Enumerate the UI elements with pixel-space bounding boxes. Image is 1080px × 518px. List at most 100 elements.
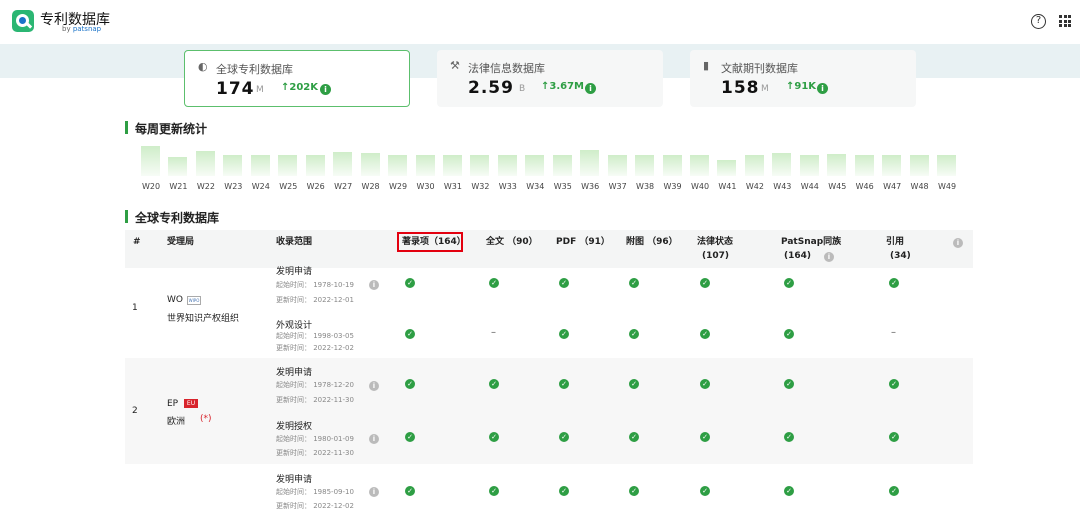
- weekly-bar[interactable]: [662, 155, 682, 176]
- weekly-bar[interactable]: [607, 155, 627, 176]
- col-office: 受理局: [167, 237, 195, 247]
- start-date: 起始时间： 1985-09-10: [276, 488, 354, 496]
- weekly-bar[interactable]: [442, 155, 462, 176]
- weekly-bar[interactable]: [415, 155, 435, 176]
- check-icon: ✓: [489, 379, 499, 389]
- check-icon: ✓: [784, 486, 794, 496]
- card-unit: M: [256, 85, 264, 95]
- card-value: 158: [721, 78, 760, 98]
- check-icon: ✓: [629, 329, 639, 339]
- weekly-bar[interactable]: [470, 155, 490, 176]
- col-scope: 收录范围: [276, 237, 313, 247]
- weekly-bar[interactable]: [141, 146, 160, 176]
- check-icon: ✓: [559, 278, 569, 288]
- weekly-bar[interactable]: [827, 154, 847, 176]
- weekly-bar[interactable]: [854, 155, 874, 176]
- check-icon: ✓: [700, 379, 710, 389]
- grid-icon[interactable]: [1059, 15, 1071, 27]
- weekly-bar-label: W41: [718, 182, 737, 191]
- check-icon: ✓: [405, 432, 415, 442]
- weekly-bar[interactable]: [497, 155, 517, 176]
- weekly-bar[interactable]: [250, 155, 270, 176]
- col-cite[interactable]: 引用: [886, 236, 904, 249]
- weekly-bar-label: W47: [883, 182, 902, 191]
- weekly-bar[interactable]: [525, 155, 545, 176]
- info-icon[interactable]: i: [369, 487, 379, 497]
- card-global-patent[interactable]: ◐ 全球专利数据库 174 M ↑202K i: [184, 50, 410, 107]
- weekly-bar-label: W37: [608, 182, 627, 191]
- card-legal-info[interactable]: ⚒ 法律信息数据库 2.59 B ↑3.67M i: [437, 50, 663, 107]
- col-family[interactable]: PatSnap同族: [781, 236, 841, 249]
- col-family-count: (164): [784, 251, 812, 261]
- card-value: 2.59: [468, 78, 514, 98]
- info-icon[interactable]: i: [369, 280, 379, 290]
- info-icon[interactable]: i: [953, 238, 963, 248]
- weekly-bar-label: W27: [334, 182, 353, 191]
- weekly-bar-label: W29: [389, 182, 408, 191]
- weekly-bar[interactable]: [278, 155, 298, 176]
- weekly-bar[interactable]: [690, 155, 709, 176]
- info-icon[interactable]: i: [369, 381, 379, 391]
- weekly-bar[interactable]: [799, 155, 819, 176]
- weekly-bar-label: W24: [251, 182, 270, 191]
- weekly-bar-label: W33: [498, 182, 517, 191]
- col-figure[interactable]: 附图 （96）: [626, 236, 678, 249]
- weekly-bar[interactable]: [195, 151, 215, 176]
- table-row: [125, 358, 973, 464]
- weekly-bar[interactable]: [168, 157, 188, 176]
- highlight-box: [397, 232, 463, 252]
- card-literature[interactable]: ▮ 文献期刊数据库 158 M ↑91K i: [690, 50, 916, 107]
- check-icon: ✓: [889, 278, 899, 288]
- question-circle-icon[interactable]: ?: [1031, 14, 1046, 29]
- info-icon[interactable]: i: [817, 83, 828, 94]
- check-icon: ✓: [559, 329, 569, 339]
- weekly-bar[interactable]: [744, 155, 764, 176]
- start-date: 起始时间： 1980-01-09: [276, 435, 354, 443]
- patsnap-logo-icon[interactable]: [12, 10, 34, 32]
- weekly-bar-label: W31: [443, 182, 462, 191]
- row-index: 1: [132, 303, 138, 313]
- office-code[interactable]: EP: [167, 399, 178, 409]
- col-legal[interactable]: 法律状态: [697, 236, 733, 249]
- not-available-dash: –: [491, 327, 496, 338]
- scope-type: 发明申请: [276, 267, 313, 277]
- info-icon[interactable]: i: [824, 252, 834, 262]
- col-fulltext[interactable]: 全文 （90）: [486, 236, 538, 249]
- weekly-bar[interactable]: [635, 155, 655, 176]
- top-bar: 专利数据库 by patsnap ?: [0, 0, 1080, 44]
- weekly-bar[interactable]: [937, 155, 957, 176]
- info-icon[interactable]: i: [585, 83, 596, 94]
- weekly-bar[interactable]: [909, 155, 929, 176]
- weekly-bars: W20 W21 W22 W23 W24 W25 W26 W27 W28 W29 W30 W31 W32 W…: [138, 138, 968, 196]
- check-icon: ✓: [889, 486, 899, 496]
- weekly-bar[interactable]: [552, 155, 572, 176]
- info-icon[interactable]: i: [369, 434, 379, 444]
- planet-icon: ◐: [198, 60, 208, 73]
- check-icon: ✓: [889, 379, 899, 389]
- book-icon: ▮: [703, 59, 710, 72]
- weekly-bar-label: W48: [910, 182, 929, 191]
- check-icon: ✓: [784, 329, 794, 339]
- weekly-bar[interactable]: [717, 160, 737, 176]
- weekly-bar[interactable]: [305, 155, 325, 176]
- info-icon[interactable]: i: [320, 84, 331, 95]
- weekly-bar[interactable]: [333, 152, 353, 176]
- update-date: 更新时间： 2022-11-30: [276, 449, 354, 457]
- col-pdf[interactable]: PDF （91）: [556, 236, 610, 249]
- weekly-bar[interactable]: [360, 152, 380, 176]
- table-row: [125, 464, 973, 518]
- weekly-bar-label: W22: [196, 182, 215, 191]
- weekly-bar[interactable]: [223, 155, 243, 176]
- check-icon: ✓: [405, 486, 415, 496]
- check-icon: ✓: [559, 486, 569, 496]
- weekly-bar-label: W42: [745, 182, 764, 191]
- card-unit: B: [519, 84, 526, 94]
- start-date: 起始时间： 1978-10-19: [276, 281, 354, 289]
- db-table-title: 全球专利数据库: [125, 209, 219, 226]
- weekly-bar[interactable]: [772, 152, 792, 176]
- weekly-bar[interactable]: [882, 155, 902, 176]
- check-icon: ✓: [489, 278, 499, 288]
- weekly-bar[interactable]: [388, 155, 408, 176]
- office-code[interactable]: WO: [167, 295, 183, 305]
- weekly-bar[interactable]: [580, 150, 600, 176]
